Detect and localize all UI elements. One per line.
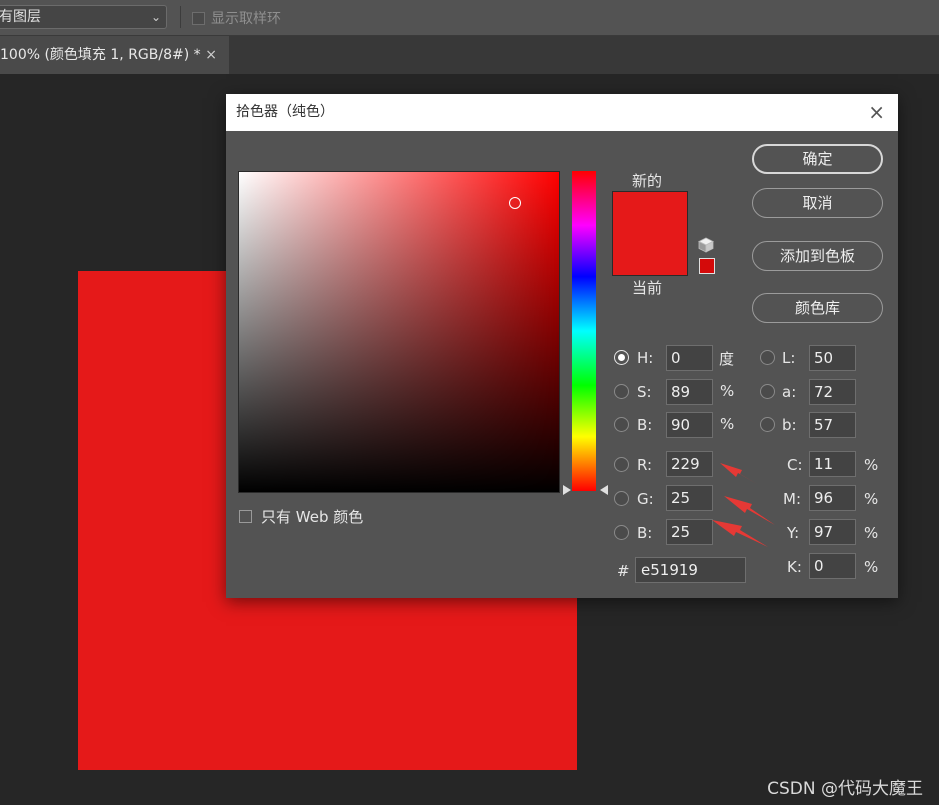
hue-input[interactable]: 0: [666, 345, 713, 371]
dialog-title: 拾色器（纯色）: [236, 104, 334, 120]
key-unit: %: [864, 558, 879, 576]
green-input[interactable]: 25: [666, 485, 713, 511]
cancel-button[interactable]: 取消: [752, 188, 883, 218]
lab-a-input[interactable]: 72: [809, 379, 856, 405]
gamut-warning-cube-icon[interactable]: [698, 237, 714, 253]
red-input[interactable]: 229: [666, 451, 713, 477]
brightness-label: B:: [637, 416, 653, 434]
color-field[interactable]: [238, 171, 560, 493]
color-picker-dialog: 拾色器（纯色） × 只有 Web 颜色 新的 当前 确定 取消 添加到色板 颜色…: [226, 94, 898, 598]
saturation-label: S:: [637, 383, 652, 401]
saturation-input[interactable]: 89: [666, 379, 713, 405]
layer-select-value: 有图层: [0, 9, 41, 25]
hue-label: H:: [637, 349, 654, 367]
ok-button[interactable]: 确定: [752, 144, 883, 174]
yellow-unit: %: [864, 524, 879, 542]
web-safe-swatch[interactable]: [699, 258, 715, 274]
blue-input[interactable]: 25: [666, 519, 713, 545]
magenta-input[interactable]: 96: [809, 485, 856, 511]
sample-ring-option[interactable]: 显示取样环: [192, 8, 281, 28]
lab-l-label: L:: [782, 349, 796, 367]
magenta-unit: %: [864, 490, 879, 508]
lab-l-input[interactable]: 50: [809, 345, 856, 371]
lab-a-label: a:: [782, 383, 797, 401]
hue-slider-handle-left[interactable]: [563, 485, 571, 495]
yellow-input[interactable]: 97: [809, 519, 856, 545]
divider: [180, 6, 181, 28]
document-tab[interactable]: 100% (颜色填充 1, RGB/8#) * ×: [0, 36, 229, 74]
green-label: G:: [637, 490, 654, 508]
saturation-unit: %: [720, 382, 735, 400]
lab-b-input[interactable]: 57: [809, 412, 856, 438]
cyan-unit: %: [864, 456, 879, 474]
sample-ring-label: 显示取样环: [211, 11, 281, 27]
close-icon[interactable]: ×: [205, 36, 217, 74]
layer-select[interactable]: 有图层 ⌄: [0, 5, 167, 29]
blue-radio[interactable]: [614, 525, 629, 540]
green-radio[interactable]: [614, 491, 629, 506]
brightness-radio[interactable]: [614, 417, 629, 432]
red-label: R:: [637, 456, 653, 474]
web-only-option[interactable]: 只有 Web 颜色: [239, 506, 363, 527]
options-bar: 有图层 ⌄ 显示取样环: [0, 0, 939, 36]
hue-unit: 度: [719, 350, 735, 368]
new-color-swatch: [612, 191, 688, 231]
current-color-swatch[interactable]: [612, 231, 688, 276]
chevron-down-icon: ⌄: [150, 10, 161, 24]
lab-b-label: b:: [782, 416, 797, 434]
color-library-button[interactable]: 颜色库: [752, 293, 883, 323]
lab-a-radio[interactable]: [760, 384, 775, 399]
yellow-label: Y:: [787, 524, 800, 542]
watermark: CSDN @代码大魔王: [767, 779, 923, 799]
key-label: K:: [787, 558, 802, 576]
magenta-label: M:: [783, 490, 801, 508]
brightness-unit: %: [720, 415, 735, 433]
close-icon[interactable]: ×: [868, 94, 885, 131]
brightness-input[interactable]: 90: [666, 412, 713, 438]
red-radio[interactable]: [614, 457, 629, 472]
hue-slider-handle-right[interactable]: [600, 485, 608, 495]
web-only-label: 只有 Web 颜色: [261, 508, 364, 526]
dialog-titlebar: 拾色器（纯色） ×: [226, 94, 898, 131]
web-only-checkbox[interactable]: [239, 510, 252, 523]
cyan-input[interactable]: 11: [809, 451, 856, 477]
hue-radio[interactable]: [614, 350, 629, 365]
hex-label: #: [617, 562, 630, 580]
hex-input[interactable]: e51919: [635, 557, 746, 583]
document-tab-title: 100% (颜色填充 1, RGB/8#) *: [0, 47, 201, 63]
color-field-cursor[interactable]: [509, 197, 521, 209]
cyan-label: C:: [787, 456, 803, 474]
add-to-swatches-button[interactable]: 添加到色板: [752, 241, 883, 271]
sample-ring-checkbox[interactable]: [192, 11, 205, 25]
lab-l-radio[interactable]: [760, 350, 775, 365]
new-color-label: 新的: [632, 172, 663, 190]
hue-slider[interactable]: [572, 171, 596, 491]
lab-b-radio[interactable]: [760, 417, 775, 432]
key-input[interactable]: 0: [809, 553, 856, 579]
current-color-label: 当前: [632, 279, 663, 297]
blue-label: B:: [637, 524, 653, 542]
document-tab-bar: 100% (颜色填充 1, RGB/8#) * ×: [0, 36, 939, 74]
saturation-radio[interactable]: [614, 384, 629, 399]
